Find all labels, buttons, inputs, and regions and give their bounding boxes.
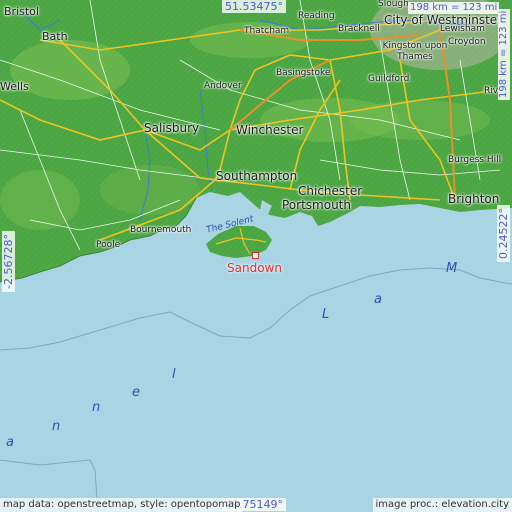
- place-brighton: Brighton: [448, 192, 500, 206]
- place-bristol: Bristol: [4, 5, 39, 18]
- channel-letter-8: M: [446, 261, 458, 276]
- place-southampton: Southampton: [216, 169, 298, 183]
- place-portsmouth: Portsmouth: [282, 198, 351, 212]
- place-thatcham: Thatcham: [244, 26, 290, 36]
- target-marker[interactable]: [252, 252, 259, 259]
- credit-image-proc[interactable]: image proc.: elevation.city: [372, 498, 512, 512]
- channel-letter-6: L: [322, 307, 330, 322]
- place-wells: Wells: [0, 80, 29, 93]
- place-andover: Andover: [204, 81, 242, 91]
- place-salisbury: Salisbury: [144, 121, 200, 135]
- place-bath: Bath: [42, 30, 68, 43]
- credit-map-data[interactable]: map data: openstreetmap, style: opentopo…: [0, 498, 244, 512]
- place-riv: Riv: [484, 86, 499, 96]
- place-winchester: Winchester: [236, 123, 304, 137]
- place-chichester: Chichester: [298, 184, 363, 198]
- channel-letter-2: n: [52, 419, 61, 434]
- scale-horizontal: 198 km = 123 mi: [408, 2, 500, 14]
- channel-letter-5: l: [172, 367, 176, 382]
- place-burgess-hill: Burgess Hill: [448, 155, 502, 165]
- place-bracknell: Bracknell: [338, 24, 380, 34]
- channel-letter-1: a: [6, 435, 14, 450]
- channel-letter-4: e: [132, 385, 140, 400]
- coord-top: 51.53475°: [222, 0, 286, 13]
- coord-left: -2.56728°: [2, 231, 15, 292]
- target-label: Sandown: [227, 261, 282, 275]
- place-slough: Slough: [378, 0, 409, 9]
- place-bournemouth: Bournemouth: [130, 225, 192, 235]
- place-poole: Poole: [96, 240, 121, 250]
- place-croydon: Croydon: [448, 37, 486, 47]
- place-guildford: Guildford: [368, 74, 410, 84]
- channel-letter-3: n: [92, 400, 101, 415]
- place-kingston: Kingston upon Thames: [382, 41, 448, 62]
- coord-right: 0.24522°: [497, 205, 510, 262]
- channel-letter-7: a: [374, 292, 382, 307]
- place-basingstoke: Basingstoke: [276, 68, 331, 78]
- place-reading: Reading: [298, 11, 335, 21]
- map-canvas[interactable]: Bristol Bath Wells Salisbury Andover Win…: [0, 0, 512, 512]
- place-lewisham: Lewisham: [440, 24, 485, 34]
- scale-vertical: 198 km = 123 mi: [498, 8, 510, 100]
